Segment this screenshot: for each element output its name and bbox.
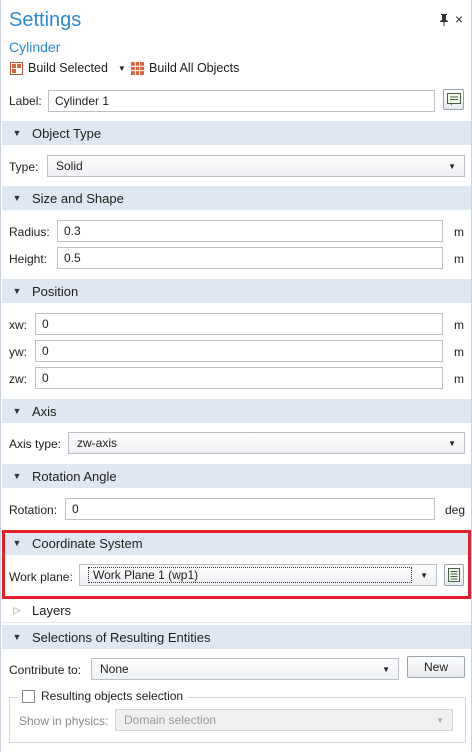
section-layers[interactable]: ▷ Layers xyxy=(2,599,471,623)
chevron-down-icon: ▼ xyxy=(436,715,444,725)
section-axis[interactable]: ▼ Axis xyxy=(2,399,471,423)
show-in-physics-select[interactable]: Domain selection ▼ xyxy=(115,709,453,731)
note-icon xyxy=(446,93,461,106)
radius-unit: m xyxy=(454,225,464,239)
xw-input[interactable]: 0 xyxy=(35,313,443,335)
yw-label: yw: xyxy=(9,345,27,359)
section-title: Axis xyxy=(32,403,57,419)
section-rotation-angle[interactable]: ▼ Rotation Angle xyxy=(2,464,471,488)
zw-input[interactable]: 0 xyxy=(35,367,443,389)
section-title: Layers xyxy=(32,603,72,618)
chevron-down-icon: ▼ xyxy=(382,664,390,674)
expand-triangle-icon: ▼ xyxy=(12,406,22,416)
resulting-selection-checkbox-row[interactable]: Resulting objects selection xyxy=(18,689,188,703)
edit-label-button[interactable] xyxy=(443,89,464,110)
expand-triangle-icon: ▼ xyxy=(12,193,22,203)
chevron-down-icon: ▼ xyxy=(420,570,428,580)
label-input[interactable]: Cylinder 1 xyxy=(48,90,435,112)
resulting-selection-checkbox[interactable] xyxy=(22,689,35,703)
go-to-source-button[interactable] xyxy=(444,564,464,586)
contribute-to-value: None xyxy=(100,662,129,676)
expand-triangle-icon: ▼ xyxy=(12,538,22,548)
axis-type-label: Axis type: xyxy=(9,437,62,451)
zw-unit: m xyxy=(454,372,464,386)
new-button[interactable]: New xyxy=(407,656,465,678)
build-selected-button[interactable]: Build Selected ▼ xyxy=(10,59,126,77)
expand-triangle-icon: ▼ xyxy=(12,632,22,642)
section-title: Selections of Resulting Entities xyxy=(32,629,211,645)
section-title: Object Type xyxy=(32,125,102,141)
zw-label: zw: xyxy=(9,372,27,386)
node-name: Cylinder xyxy=(9,39,61,55)
yw-input[interactable]: 0 xyxy=(35,340,443,362)
yw-unit: m xyxy=(454,345,464,359)
build-selected-label: Build Selected xyxy=(28,61,108,75)
show-in-physics-value: Domain selection xyxy=(124,713,217,727)
collapsed-triangle-icon: ▷ xyxy=(13,605,21,615)
xw-label: xw: xyxy=(9,318,27,332)
height-input[interactable]: 0.5 xyxy=(57,247,443,269)
list-icon xyxy=(448,568,460,582)
section-size-and-shape[interactable]: ▼ Size and Shape xyxy=(2,186,471,210)
chevron-down-icon: ▼ xyxy=(448,438,456,448)
build-all-objects-button[interactable]: Build All Objects xyxy=(131,59,239,77)
rotation-input[interactable]: 0 xyxy=(65,498,435,520)
work-plane-label: Work plane: xyxy=(9,570,73,584)
section-title: Size and Shape xyxy=(32,190,124,206)
chevron-down-icon[interactable]: ▼ xyxy=(118,64,126,73)
radius-input[interactable]: 0.3 xyxy=(57,220,443,242)
expand-triangle-icon: ▼ xyxy=(12,286,22,296)
pin-icon[interactable] xyxy=(439,14,449,26)
work-plane-value: Work Plane 1 (wp1) xyxy=(88,567,413,583)
build-selected-icon xyxy=(10,61,23,75)
type-select[interactable]: Solid ▼ xyxy=(47,155,465,177)
radius-label: Radius: xyxy=(9,225,50,239)
type-value: Solid xyxy=(56,159,83,173)
height-unit: m xyxy=(454,252,464,266)
rotation-unit: deg xyxy=(445,503,466,517)
type-label: Type: xyxy=(9,160,39,174)
resulting-selection-label: Resulting objects selection xyxy=(41,689,184,703)
work-plane-select[interactable]: Work Plane 1 (wp1) ▼ xyxy=(79,564,437,586)
section-coordinate-system[interactable]: ▼ Coordinate System xyxy=(2,531,471,555)
show-in-physics-label: Show in physics: xyxy=(19,714,109,728)
section-selections[interactable]: ▼ Selections of Resulting Entities xyxy=(2,625,471,649)
axis-type-value: zw-axis xyxy=(77,436,118,450)
chevron-down-icon: ▼ xyxy=(448,161,456,171)
close-icon[interactable]: × xyxy=(455,11,463,27)
section-object-type[interactable]: ▼ Object Type xyxy=(2,121,471,145)
section-position[interactable]: ▼ Position xyxy=(2,279,471,303)
expand-triangle-icon: ▼ xyxy=(12,471,22,481)
section-title: Coordinate System xyxy=(32,535,143,551)
build-all-label: Build All Objects xyxy=(149,61,240,75)
panel-title: Settings xyxy=(9,9,82,31)
section-title: Position xyxy=(32,283,79,299)
section-title: Rotation Angle xyxy=(32,468,117,484)
axis-type-select[interactable]: zw-axis ▼ xyxy=(68,432,465,454)
contribute-to-label: Contribute to: xyxy=(9,663,82,677)
rotation-label: Rotation: xyxy=(9,503,58,517)
xw-unit: m xyxy=(454,318,464,332)
expand-triangle-icon: ▼ xyxy=(12,128,22,138)
contribute-to-select[interactable]: None ▼ xyxy=(91,658,399,680)
height-label: Height: xyxy=(9,252,48,266)
build-all-icon xyxy=(131,61,144,75)
settings-panel: Settings × Cylinder Build Selected ▼ Bui… xyxy=(0,0,472,752)
label-field-label: Label: xyxy=(9,94,42,108)
